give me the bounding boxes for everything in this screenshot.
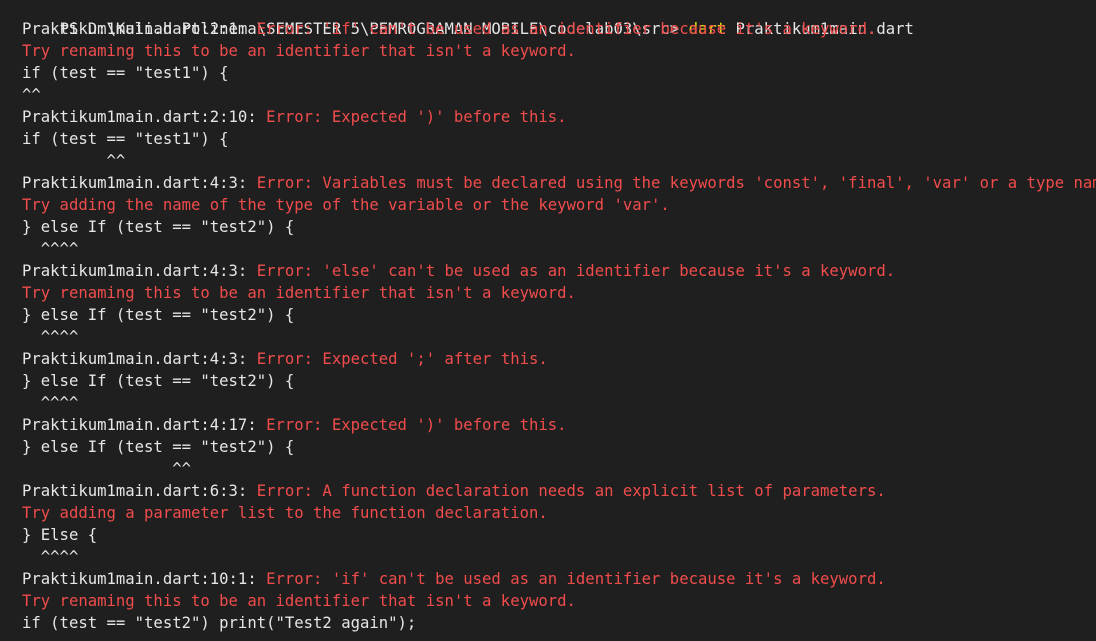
error-message: Error: 'else' can't be used as an identi… [256, 262, 896, 280]
error-caret: ^^ [22, 86, 41, 104]
error-line: Praktikum1main.dart:4:3: Error: 'else' c… [22, 260, 895, 282]
error-location: Praktikum1main.dart:2:10: [22, 108, 267, 126]
error-message: Error: A function declaration needs an e… [256, 482, 886, 500]
error-line: Praktikum1main.dart:4:17: Error: Expecte… [22, 414, 567, 436]
error-code: } else If (test == "test2") { [22, 218, 295, 236]
error-line: Praktikum1main.dart:6:3: Error: A functi… [22, 480, 886, 502]
error-message: Error: Variables must be declared using … [256, 174, 1096, 192]
error-line: Praktikum1main.dart:10:1: Error: 'if' ca… [22, 568, 886, 590]
error-code: } else If (test == "test2") { [22, 306, 295, 324]
error-hint: Try renaming this to be an identifier th… [22, 42, 576, 60]
error-location: Praktikum1main.dart:4:3: [22, 350, 257, 368]
error-message: Error: Expected ')' before this. [266, 108, 567, 126]
error-caret: ^^^^ [22, 240, 79, 258]
error-caret: ^^ [22, 152, 126, 170]
error-hint: Try adding a parameter list to the funct… [22, 504, 548, 522]
error-message: Error: 'if' can't be used as an identifi… [266, 570, 886, 588]
error-location: Praktikum1main.dart:4:3: [22, 174, 257, 192]
error-hint: Try adding the name of the type of the v… [22, 196, 670, 214]
error-line: Praktikum1main.dart:2:10: Error: Expecte… [22, 106, 567, 128]
error-code: } else If (test == "test2") { [22, 438, 295, 456]
error-line: Praktikum1main.dart:2:1: Error: 'if' can… [22, 18, 876, 40]
error-code: } else If (test == "test2") { [22, 372, 295, 390]
error-location: Praktikum1main.dart:6:3: [22, 482, 257, 500]
error-location: Praktikum1main.dart:2:1: [22, 20, 257, 38]
error-location: Praktikum1main.dart:4:17: [22, 416, 267, 434]
error-hint: Try renaming this to be an identifier th… [22, 284, 576, 302]
error-caret: ^^ [22, 460, 191, 478]
error-location: Praktikum1main.dart:4:3: [22, 262, 257, 280]
error-caret: ^^^^ [22, 328, 79, 346]
error-caret: ^^^^ [22, 548, 79, 566]
error-location: Praktikum1main.dart:10:1: [22, 570, 267, 588]
error-caret: ^^^^ [22, 394, 79, 412]
error-hint: Try renaming this to be an identifier th… [22, 592, 576, 610]
error-code: } Else { [22, 526, 98, 544]
error-code: if (test == "test1") { [22, 64, 229, 82]
error-code: if (test == "test2") print("Test2 again"… [22, 614, 417, 632]
error-message: Error: Expected ';' after this. [256, 350, 548, 368]
error-line: Praktikum1main.dart:4:3: Error: Expected… [22, 348, 548, 370]
prompt-line: PS D:\Kuliah Polinema\SEMESTER 5\PEMROGR… [22, 0, 914, 38]
error-message: Error: 'if' can't be used as an identifi… [256, 20, 877, 38]
error-code: if (test == "test1") { [22, 130, 229, 148]
terminal-output[interactable]: PS D:\Kuliah Polinema\SEMESTER 5\PEMROGR… [0, 0, 1096, 641]
error-line: Praktikum1main.dart:4:3: Error: Variable… [22, 172, 1096, 194]
error-message: Error: Expected ')' before this. [266, 416, 567, 434]
